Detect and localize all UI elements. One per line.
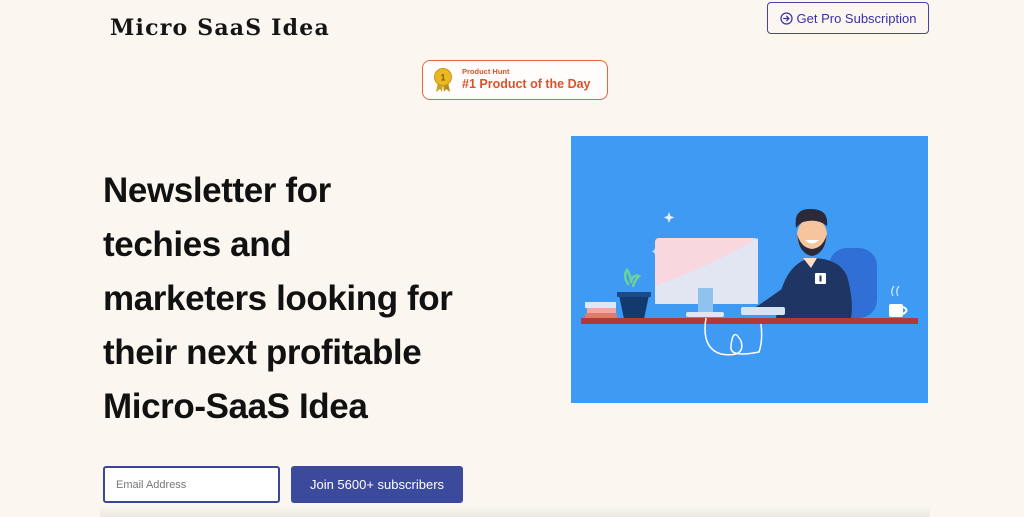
badge-main-text: #1 Product of the Day bbox=[462, 77, 591, 92]
hero-illustration bbox=[571, 136, 928, 403]
email-field[interactable] bbox=[103, 466, 280, 503]
headline-line: Newsletter for bbox=[103, 171, 331, 210]
product-hunt-badge[interactable]: 1 Product Hunt #1 Product of the Day bbox=[422, 60, 608, 100]
site-logo[interactable]: Micro SaaS Idea bbox=[110, 15, 330, 41]
headline-line: Micro-SaaS Idea bbox=[103, 387, 368, 426]
badge-small-text: Product Hunt bbox=[462, 67, 510, 76]
pro-button-label: Get Pro Subscription bbox=[796, 10, 917, 26]
medal-icon: 1 bbox=[434, 68, 452, 92]
get-pro-subscription-button[interactable]: Get Pro Subscription bbox=[767, 2, 929, 34]
hero-headline: Newsletter for techies and marketers loo… bbox=[103, 164, 503, 434]
headline-line: their next profitable bbox=[103, 333, 422, 372]
join-subscribers-button[interactable]: Join 5600+ subscribers bbox=[291, 466, 463, 503]
svg-text:1: 1 bbox=[440, 73, 445, 83]
headline-line: techies and bbox=[103, 225, 292, 264]
arrow-circle-right-icon bbox=[779, 11, 793, 25]
section-shadow bbox=[100, 505, 930, 517]
headline-line: marketers looking for bbox=[103, 279, 453, 318]
